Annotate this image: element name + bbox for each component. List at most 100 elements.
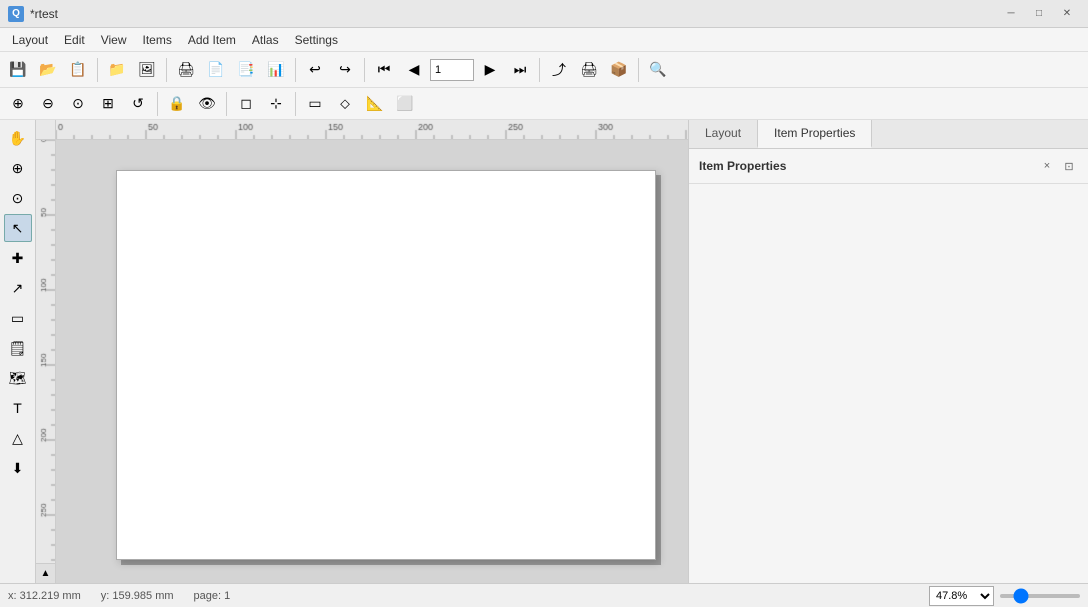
toolbar-separator: [97, 58, 98, 82]
menu-item-items[interactable]: Items: [135, 28, 180, 51]
title-bar: Q *rtest ─ □ ✕: [0, 0, 1088, 28]
move-tool-btn[interactable]: ✚: [4, 244, 32, 272]
zoom-fit-btn[interactable]: ⊞: [94, 90, 122, 118]
page-setup-btn[interactable]: 📄: [202, 56, 230, 84]
export-pdf-btn[interactable]: 📑: [232, 56, 260, 84]
canvas-container: ▲: [36, 120, 688, 583]
panel-header-icons: × ⊡: [1038, 157, 1078, 175]
select-region-btn[interactable]: ◻: [232, 90, 260, 118]
close-panel-button[interactable]: ×: [1038, 157, 1056, 175]
print-btn[interactable]: 🖨: [172, 56, 200, 84]
menu-bar: LayoutEditViewItemsAdd ItemAtlasSettings: [0, 28, 1088, 52]
zoom-select[interactable]: 25%50%75%100%47.8%: [929, 586, 994, 606]
main-canvas[interactable]: [56, 140, 688, 583]
select-tool-btn[interactable]: ⊹: [262, 90, 290, 118]
lock-btn[interactable]: 🔒: [163, 90, 191, 118]
open-btn[interactable]: 📂: [34, 56, 62, 84]
add-text-btn[interactable]: T: [4, 394, 32, 422]
nav-last-btn[interactable]: ⏭: [506, 56, 534, 84]
secondary-toolbar-separator: [157, 92, 158, 116]
tab-item-properties[interactable]: Item Properties: [758, 120, 872, 148]
zoom-tool-btn[interactable]: ⊕: [4, 154, 32, 182]
ruler-horizontal: [56, 120, 688, 140]
panel-content-header: Item Properties × ⊡: [689, 149, 1088, 184]
page-number-input[interactable]: [430, 59, 474, 81]
panel-body: [689, 184, 1088, 583]
nav-goto-btn[interactable]: ⤴: [545, 56, 573, 84]
add-arrow-btn[interactable]: ⬇: [4, 454, 32, 482]
secondary-toolbar-separator: [295, 92, 296, 116]
app-icon: Q: [8, 6, 24, 22]
restore-button[interactable]: □: [1026, 4, 1052, 24]
export-svg-btn[interactable]: 📊: [262, 56, 290, 84]
toolbar-separator: [166, 58, 167, 82]
toolbar-separator: [539, 58, 540, 82]
ruler-top-canvas: [56, 120, 688, 140]
align-btn[interactable]: ▭: [301, 90, 329, 118]
window-controls: ─ □ ✕: [998, 4, 1080, 24]
zoom-actual-btn[interactable]: ⊙: [64, 90, 92, 118]
add-atlas-btn[interactable]: 🗺: [4, 364, 32, 392]
secondary-toolbar-separator: [226, 92, 227, 116]
redo-btn[interactable]: ↪: [331, 56, 359, 84]
toolbar-separator: [638, 58, 639, 82]
ruler-corner: [36, 120, 56, 140]
title-bar-left: Q *rtest: [8, 6, 58, 22]
x-coordinate: x: 312.219 mm: [8, 590, 81, 602]
y-coordinate: y: 159.985 mm: [101, 590, 174, 602]
export-image-btn[interactable]: 🖼: [133, 56, 161, 84]
tab-layout[interactable]: Layout: [689, 120, 758, 148]
undo-btn[interactable]: ↩: [301, 56, 329, 84]
menu-item-edit[interactable]: Edit: [56, 28, 93, 51]
zoom-out-btn[interactable]: ⊖: [34, 90, 62, 118]
add-map-btn[interactable]: ▭: [4, 304, 32, 332]
zoom-slider[interactable]: [1000, 594, 1080, 598]
menu-item-settings[interactable]: Settings: [287, 28, 346, 51]
preview-btn[interactable]: 👁: [193, 90, 221, 118]
left-tools-panel: ✋⊕⊙↖✚↗▭🗒🗺T△⬇: [0, 120, 36, 583]
toolbar-separator: [364, 58, 365, 82]
select-tool-btn[interactable]: ↖: [4, 214, 32, 242]
status-left: x: 312.219 mm y: 159.985 mm page: 1: [8, 590, 230, 602]
page-number: page: 1: [194, 590, 231, 602]
close-button[interactable]: ✕: [1054, 4, 1080, 24]
dock-panel-button[interactable]: ⊡: [1060, 157, 1078, 175]
refresh-btn[interactable]: ↺: [124, 90, 152, 118]
nav-next-btn[interactable]: ▶: [476, 56, 504, 84]
node-tool-btn[interactable]: ↗: [4, 274, 32, 302]
save-btn[interactable]: 💾: [4, 56, 32, 84]
toolbar-separator: [295, 58, 296, 82]
menu-item-view[interactable]: View: [93, 28, 135, 51]
save-as-btn[interactable]: 📋: [64, 56, 92, 84]
identify-tool-btn[interactable]: ⊙: [4, 184, 32, 212]
insert-shape-btn[interactable]: ⬜: [391, 90, 419, 118]
menu-item-layout[interactable]: Layout: [4, 28, 56, 51]
main-toolbar: 💾📂📋📁🖼🖨📄📑📊↩↪⏮◀▶⏭⤴🖨📦🔍: [0, 52, 1088, 88]
nav-first-btn[interactable]: ⏮: [370, 56, 398, 84]
print2-btn[interactable]: 🖨: [575, 56, 603, 84]
right-panel: LayoutItem Properties Item Properties × …: [688, 120, 1088, 583]
open-folder-btn[interactable]: 📁: [103, 56, 131, 84]
panel-tabs: LayoutItem Properties: [689, 120, 1088, 149]
distribute-btn[interactable]: ⬦: [331, 90, 359, 118]
page-canvas[interactable]: [116, 170, 656, 560]
expand-arrow[interactable]: ▲: [36, 563, 56, 583]
add-marker-btn[interactable]: △: [4, 424, 32, 452]
window-title: *rtest: [30, 7, 58, 21]
nav-prev-btn[interactable]: ◀: [400, 56, 428, 84]
export-all-btn[interactable]: 📦: [605, 56, 633, 84]
panel-title: Item Properties: [699, 159, 786, 173]
add-table-btn[interactable]: 🗒: [4, 334, 32, 362]
menu-item-add-item[interactable]: Add Item: [180, 28, 244, 51]
status-bar: x: 312.219 mm y: 159.985 mm page: 1 25%5…: [0, 583, 1088, 607]
menu-item-atlas[interactable]: Atlas: [244, 28, 287, 51]
item-group-btn[interactable]: 📐: [361, 90, 389, 118]
minimize-button[interactable]: ─: [998, 4, 1024, 24]
zoom-in-btn[interactable]: ⊕: [4, 90, 32, 118]
pan-tool-btn[interactable]: ✋: [4, 124, 32, 152]
zoom-view-btn[interactable]: 🔍: [644, 56, 672, 84]
ruler-left-canvas: [36, 140, 56, 583]
content-area: ✋⊕⊙↖✚↗▭🗒🗺T△⬇ ▲ LayoutItem Properties Ite…: [0, 120, 1088, 583]
secondary-toolbar: ⊕⊖⊙⊞↺ 🔒👁 ◻⊹ ▭⬦📐⬜: [0, 88, 1088, 120]
ruler-vertical: [36, 140, 56, 583]
